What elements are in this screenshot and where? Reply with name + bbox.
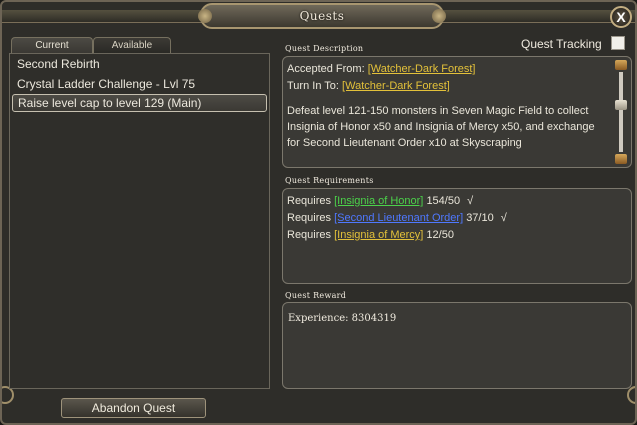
- requirement-progress: 37/10: [466, 212, 494, 224]
- quest-tracking-label: Quest Tracking: [521, 37, 602, 51]
- requirement-item-link[interactable]: [Second Lieutenant Order]: [334, 212, 463, 224]
- turn-in-label: Turn In To:: [287, 80, 339, 92]
- frame-corner-ornament: [627, 386, 635, 404]
- scroll-track[interactable]: [619, 72, 623, 152]
- close-icon: X: [616, 9, 626, 25]
- requirement-item-link[interactable]: [Insignia of Honor]: [334, 195, 423, 207]
- experience-label: Experience:: [288, 313, 349, 324]
- experience-reward: Experience: 8304319: [288, 313, 396, 324]
- accepted-from-line: Accepted From: [Watcher-Dark Forest]: [287, 63, 475, 75]
- quest-reward-panel: Experience: 8304319: [282, 302, 632, 389]
- scroll-thumb[interactable]: [615, 100, 627, 110]
- title-bar[interactable]: Quests X: [2, 2, 635, 32]
- scroll-up-arrow-icon[interactable]: [615, 60, 627, 70]
- scroll-down-arrow-icon[interactable]: [615, 154, 627, 164]
- requirement-prefix: Requires: [287, 195, 332, 207]
- requirement-progress: 12/50: [426, 229, 454, 241]
- quest-requirements-header: Quest Requirements: [285, 176, 374, 185]
- accepted-from-label: Accepted From:: [287, 63, 365, 75]
- requirement-row: Requires [Insignia of Mercy] 12/50: [287, 229, 454, 241]
- quest-requirements-panel: Requires [Insignia of Honor] 154/50 √ Re…: [282, 188, 632, 284]
- requirement-item-link[interactable]: [Insignia of Mercy]: [334, 229, 423, 241]
- quest-list: Second Rebirth Crystal Ladder Challenge …: [9, 53, 270, 389]
- turn-in-npc-link[interactable]: [Watcher-Dark Forest]: [342, 80, 450, 92]
- turn-in-line: Turn In To: [Watcher-Dark Forest]: [287, 80, 450, 92]
- tab-available[interactable]: Available: [93, 37, 171, 53]
- title-plate: Quests: [198, 3, 446, 29]
- requirement-progress: 154/50: [426, 195, 461, 207]
- quest-tracking-checkbox[interactable]: [611, 36, 625, 50]
- quest-list-item[interactable]: Crystal Ladder Challenge - Lvl 75: [12, 75, 267, 93]
- quest-description-panel: Accepted From: [Watcher-Dark Forest] Tur…: [282, 56, 632, 168]
- tab-current[interactable]: Current: [11, 37, 93, 53]
- quest-list-item[interactable]: Second Rebirth: [12, 55, 267, 73]
- requirement-prefix: Requires: [287, 212, 332, 224]
- quest-description-header: Quest Description: [285, 44, 364, 53]
- window-title: Quests: [299, 9, 345, 23]
- description-scrollbar[interactable]: [614, 60, 628, 164]
- requirement-prefix: Requires: [287, 229, 332, 241]
- quest-reward-header: Quest Reward: [285, 291, 347, 300]
- check-mark-icon: √: [500, 212, 507, 224]
- quest-list-item-selected[interactable]: Raise level cap to level 129 (Main): [12, 94, 267, 112]
- quests-window: Quests X Current Available Second Rebirt…: [0, 0, 637, 425]
- close-button[interactable]: X: [610, 6, 632, 28]
- accepted-from-npc-link[interactable]: [Watcher-Dark Forest]: [368, 63, 476, 75]
- experience-value: 8304319: [351, 313, 397, 324]
- check-mark-icon: √: [467, 195, 474, 207]
- quest-description-text: Defeat level 121-150 monsters in Seven M…: [287, 105, 595, 149]
- abandon-quest-button[interactable]: Abandon Quest: [61, 398, 206, 418]
- requirement-row: Requires [Second Lieutenant Order] 37/10…: [287, 212, 507, 224]
- requirement-row: Requires [Insignia of Honor] 154/50 √: [287, 195, 473, 207]
